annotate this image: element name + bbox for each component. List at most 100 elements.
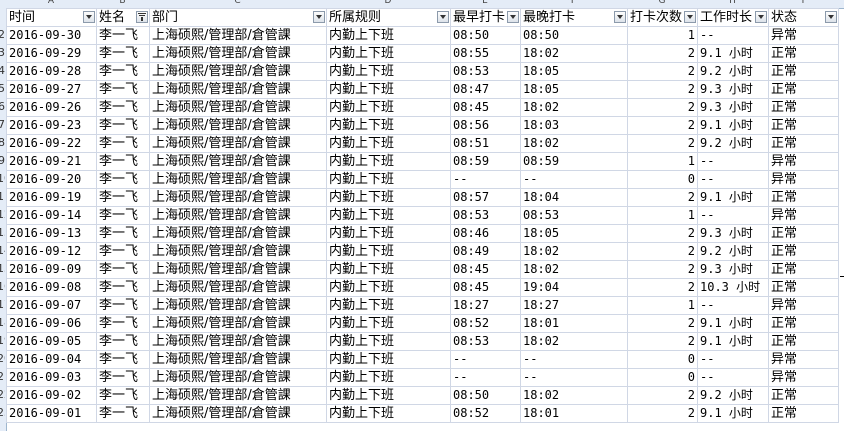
column-letter-c[interactable]: C [149,0,326,6]
cell-name[interactable]: 李一飞 [96,368,150,387]
cell-department[interactable]: 上海硕熙/管理部/倉管課 [149,98,327,117]
cell-status[interactable]: 异常 [768,26,839,45]
cell-time[interactable]: 2016-09-06 [6,314,97,333]
cell-work-hours[interactable]: 9.3 小时 [697,224,769,243]
column-letter-f[interactable]: F [520,0,627,6]
cell-rule[interactable]: 内勤上下班 [326,368,451,387]
cell-work-hours[interactable]: -- [697,152,769,171]
cell-time[interactable]: 2016-09-23 [6,116,97,135]
cell-time[interactable]: 2016-09-19 [6,188,97,207]
cell-status[interactable]: 正常 [768,278,839,297]
row-number[interactable]: 11 [0,188,5,206]
cell-time[interactable]: 2016-09-28 [6,62,97,81]
cell-status[interactable]: 异常 [768,170,839,189]
row-number[interactable]: 7 [0,116,5,134]
cell-name[interactable]: 李一飞 [96,296,150,315]
cell-rule[interactable]: 内勤上下班 [326,62,451,81]
cell-work-hours[interactable]: 9.1 小时 [697,116,769,135]
row-number[interactable]: 19 [0,332,5,350]
cell-latest-punch[interactable]: 18:03 [520,116,628,135]
cell-latest-punch[interactable]: 18:05 [520,224,628,243]
cell-earliest-punch[interactable]: 08:53 [450,332,521,351]
row-number[interactable]: 20 [0,350,5,368]
cell-latest-punch[interactable]: 18:02 [520,386,628,405]
cell-name[interactable]: 李一飞 [96,242,150,261]
cell-punch-count[interactable]: 2 [627,386,698,405]
cell-earliest-punch[interactable]: 08:50 [450,386,521,405]
cell-status[interactable]: 正常 [768,188,839,207]
cell-rule[interactable]: 内勤上下班 [326,206,451,225]
cell-department[interactable]: 上海硕熙/管理部/倉管課 [149,170,327,189]
cell-work-hours[interactable]: 9.2 小时 [697,386,769,405]
cell-earliest-punch[interactable]: 08:56 [450,116,521,135]
cell-rule[interactable]: 内勤上下班 [326,242,451,261]
filter-dropdown-icon[interactable] [83,11,95,23]
cell-earliest-punch[interactable]: 08:49 [450,242,521,261]
cell-latest-punch[interactable]: 19:04 [520,278,628,297]
cell-rule[interactable]: 内勤上下班 [326,350,451,369]
cell-punch-count[interactable]: 2 [627,188,698,207]
cell-rule[interactable]: 内勤上下班 [326,44,451,63]
cell-name[interactable]: 李一飞 [96,80,150,99]
cell-earliest-punch[interactable]: 08:53 [450,206,521,225]
cell-time[interactable]: 2016-09-13 [6,224,97,243]
cell-name[interactable]: 李一飞 [96,224,150,243]
cell-time[interactable]: 2016-09-26 [6,98,97,117]
cell-time[interactable]: 2016-09-21 [6,152,97,171]
cell-punch-count[interactable]: 1 [627,152,698,171]
cell-punch-count[interactable]: 2 [627,332,698,351]
cell-latest-punch[interactable]: 18:05 [520,62,628,81]
cell-punch-count[interactable]: 0 [627,368,698,387]
cell-punch-count[interactable]: 2 [627,80,698,99]
cell-time[interactable]: 2016-09-05 [6,332,97,351]
cell-name[interactable]: 李一飞 [96,350,150,369]
cell-work-hours[interactable]: 9.2 小时 [697,62,769,81]
cell-name[interactable]: 李一飞 [96,206,150,225]
cell-work-hours[interactable]: -- [697,26,769,45]
header-earliest-punch[interactable]: 最早打卡 [450,8,521,27]
row-number[interactable]: 13 [0,224,5,242]
cell-punch-count[interactable]: 2 [627,44,698,63]
cell-punch-count[interactable]: 2 [627,224,698,243]
cell-time[interactable]: 2016-09-14 [6,206,97,225]
header-name[interactable]: 姓名 [96,8,150,27]
cell-latest-punch[interactable]: 18:04 [520,188,628,207]
cell-department[interactable]: 上海硕熙/管理部/倉管課 [149,26,327,45]
cell-earliest-punch[interactable]: 08:45 [450,98,521,117]
filter-dropdown-icon[interactable] [437,11,449,23]
row-number[interactable]: 22 [0,386,5,404]
cell-department[interactable]: 上海硕熙/管理部/倉管課 [149,224,327,243]
cell-earliest-punch[interactable]: 08:45 [450,260,521,279]
row-number[interactable]: 12 [0,206,5,224]
column-letter-g[interactable]: G [627,0,697,6]
row-number[interactable]: 6 [0,98,5,116]
cell-time[interactable]: 2016-09-04 [6,350,97,369]
cell-time[interactable]: 2016-09-27 [6,80,97,99]
column-letter-h[interactable]: H [697,0,768,6]
cell-latest-punch[interactable]: 18:27 [520,296,628,315]
cell-name[interactable]: 李一飞 [96,62,150,81]
cell-department[interactable]: 上海硕熙/管理部/倉管課 [149,296,327,315]
cell-department[interactable]: 上海硕熙/管理部/倉管課 [149,44,327,63]
cell-time[interactable]: 2016-09-02 [6,386,97,405]
cell-name[interactable]: 李一飞 [96,134,150,153]
cell-earliest-punch[interactable]: 18:27 [450,296,521,315]
cell-status[interactable]: 正常 [768,62,839,81]
cell-punch-count[interactable]: 1 [627,206,698,225]
cell-earliest-punch[interactable]: 08:46 [450,224,521,243]
cell-time[interactable]: 2016-09-08 [6,278,97,297]
cell-department[interactable]: 上海硕熙/管理部/倉管課 [149,242,327,261]
cell-name[interactable]: 李一飞 [96,314,150,333]
cell-status[interactable]: 正常 [768,134,839,153]
cell-earliest-punch[interactable]: -- [450,350,521,369]
cell-latest-punch[interactable]: 18:01 [520,404,628,423]
cell-department[interactable]: 上海硕熙/管理部/倉管課 [149,260,327,279]
row-number[interactable]: 9 [0,152,5,170]
cell-punch-count[interactable]: 2 [627,116,698,135]
cell-work-hours[interactable]: 9.3 小时 [697,98,769,117]
cell-time[interactable]: 2016-09-12 [6,242,97,261]
cell-time[interactable]: 2016-09-30 [6,26,97,45]
cell-time[interactable]: 2016-09-07 [6,296,97,315]
cell-department[interactable]: 上海硕熙/管理部/倉管課 [149,62,327,81]
column-letter-i[interactable]: I [768,0,838,6]
